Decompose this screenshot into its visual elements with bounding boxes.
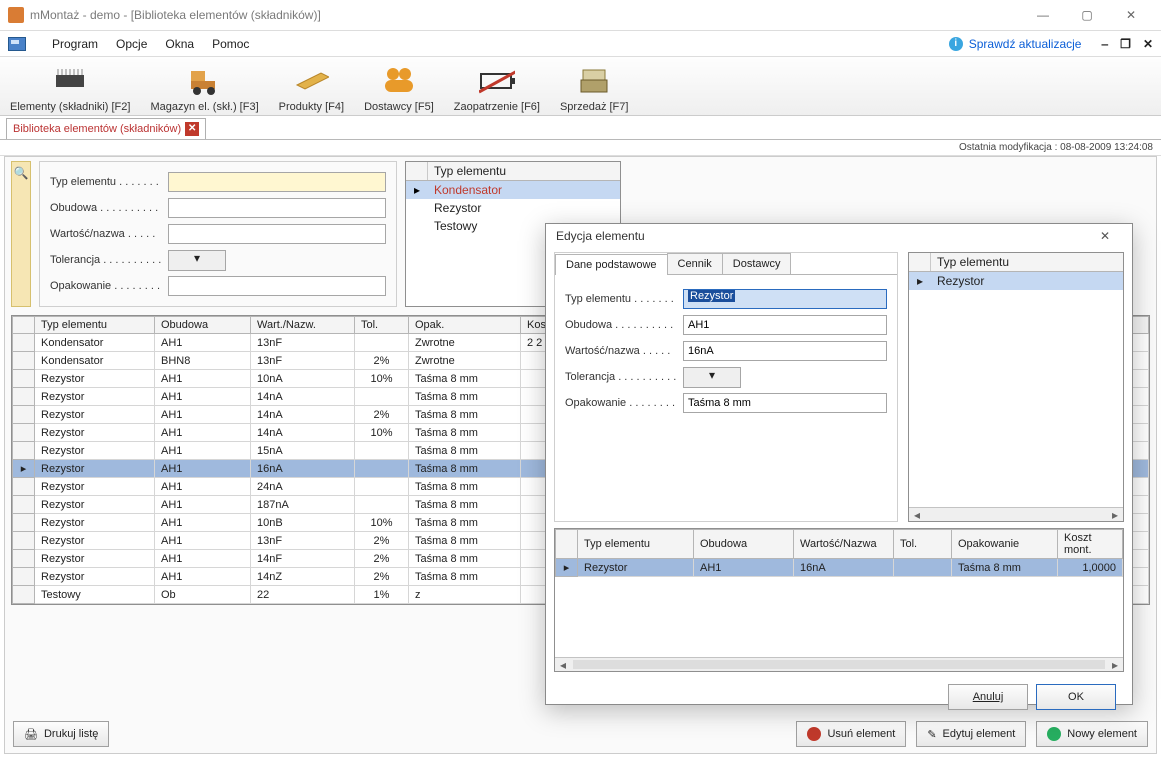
edit-dialog: Edycja elementu ✕ Dane podstawowe Cennik…	[545, 223, 1133, 705]
menubar: Program Opcje Okna Pomoc i Sprawdź aktua…	[0, 30, 1161, 56]
new-button[interactable]: Nowy element	[1036, 721, 1148, 747]
window-title: mMontaż - demo - [Biblioteka elementów (…	[30, 8, 321, 22]
filter-tol-label: Tolerancja . . . . . . . . . .	[50, 254, 168, 266]
forklift-icon	[187, 63, 223, 99]
filter-value-input[interactable]	[168, 224, 386, 244]
filter-panel: Typ elementu . . . . . . . Obudowa . . .…	[39, 161, 397, 307]
delete-icon	[807, 727, 821, 741]
form-value-input[interactable]	[683, 341, 887, 361]
toolbtn-sales[interactable]: Sprzedaż [F7]	[550, 61, 638, 113]
doctab-close-icon[interactable]: ✕	[185, 122, 199, 136]
form-type-input[interactable]: Rezystor	[683, 289, 887, 309]
filter-type-input[interactable]	[168, 172, 386, 192]
chip-icon	[52, 63, 88, 99]
subgrid-header[interactable]: Koszt mont.	[1058, 530, 1123, 559]
pencil-icon: ✎	[927, 728, 936, 741]
form-case-input[interactable]	[683, 315, 887, 335]
dialog-subgrid[interactable]: Typ elementuObudowaWartość/NazwaTol.Opak…	[554, 528, 1124, 672]
filter-case-label: Obudowa . . . . . . . . . .	[50, 202, 168, 214]
table-header[interactable]: Wart./Nazw.	[251, 317, 355, 334]
form-tol-label: Tolerancja . . . . . . . . . .	[565, 371, 683, 383]
mdi-minimize-button[interactable]: ‒	[1101, 37, 1108, 51]
tab-basic[interactable]: Dane podstawowe	[555, 254, 668, 275]
dialog-subgrid-hscroll[interactable]: ◂▸	[555, 657, 1123, 671]
subgrid-header[interactable]: Obudowa	[694, 530, 794, 559]
type-list-header: Typ elementu	[428, 162, 620, 180]
table-header[interactable]: Tol.	[355, 317, 409, 334]
update-link[interactable]: Sprawdź aktualizacje	[969, 37, 1082, 51]
form-type-label: Typ elementu . . . . . . .	[565, 293, 683, 305]
menu-pomoc[interactable]: Pomoc	[212, 37, 249, 51]
subgrid-header[interactable]: Opakowanie	[952, 530, 1058, 559]
edit-button[interactable]: ✎ Edytuj element	[916, 721, 1026, 747]
filter-pack-input[interactable]	[168, 276, 386, 296]
dialog-type-list[interactable]: Typ elementu ▸Rezystor ◂▸	[908, 252, 1124, 522]
toolbtn-supply[interactable]: Zaopatrzenie [F6]	[444, 61, 550, 113]
last-modified: Ostatnia modyfikacja : 08-08-2009 13:24:…	[959, 142, 1153, 153]
cashreg-icon	[576, 63, 612, 99]
close-button[interactable]: ✕	[1109, 0, 1153, 30]
plus-icon	[1047, 727, 1061, 741]
print-button[interactable]: 🖨 Drukuj listę	[13, 721, 109, 747]
filter-type-label: Typ elementu . . . . . . .	[50, 176, 168, 188]
toolbtn-suppliers[interactable]: Dostawcy [F5]	[354, 61, 444, 113]
dialog-ok-button[interactable]: OK	[1036, 684, 1116, 710]
form-pack-input[interactable]	[683, 393, 887, 413]
form-pack-label: Opakowanie . . . . . . . .	[565, 397, 683, 409]
filter-pack-label: Opakowanie . . . . . . . .	[50, 280, 168, 292]
document-tabs: Biblioteka elementów (składników) ✕	[0, 116, 1161, 140]
menu-program[interactable]: Program	[52, 37, 98, 51]
dialog-tabs: Dane podstawowe Cennik Dostawcy	[555, 253, 897, 275]
app-icon	[8, 7, 24, 23]
toolbtn-products[interactable]: Produkty [F4]	[269, 61, 354, 113]
mdi-close-button[interactable]: ✕	[1143, 37, 1153, 51]
printer-icon: 🖨	[24, 728, 38, 741]
toolbtn-elements[interactable]: Elementy (składniki) [F2]	[0, 61, 140, 113]
delete-button[interactable]: Usuń element	[796, 721, 906, 747]
dialog-cancel-button[interactable]: Anuluj	[948, 684, 1028, 710]
dialog-title: Edycja elementu	[556, 229, 645, 243]
table-header[interactable]: Opak.	[409, 317, 521, 334]
dialog-form-panel: Dane podstawowe Cennik Dostawcy Typ elem…	[554, 252, 898, 522]
type-list-row[interactable]: ▸Kondensator	[406, 181, 620, 199]
doctab-library[interactable]: Biblioteka elementów (składników) ✕	[6, 118, 206, 139]
maximize-button[interactable]: ▢	[1065, 0, 1109, 30]
dialog-typelist-header: Typ elementu	[931, 253, 1123, 271]
doctab-label: Biblioteka elementów (składników)	[13, 123, 181, 135]
form-tol-select[interactable]: ▾	[683, 367, 741, 388]
titlebar: mMontaż - demo - [Biblioteka elementów (…	[0, 0, 1161, 30]
form-case-label: Obudowa . . . . . . . . . .	[565, 319, 683, 331]
filter-value-label: Wartość/nazwa . . . . .	[50, 228, 168, 240]
subgrid-header[interactable]: Typ elementu	[578, 530, 694, 559]
menu-okna[interactable]: Okna	[165, 37, 194, 51]
mdi-icon	[8, 37, 26, 51]
status-bar: Ostatnia modyfikacja : 08-08-2009 13:24:…	[0, 140, 1161, 156]
filter-case-input[interactable]	[168, 198, 386, 218]
menu-opcje[interactable]: Opcje	[116, 37, 147, 51]
table-header[interactable]: Obudowa	[155, 317, 251, 334]
subgrid-row[interactable]: ▸RezystorAH116nATaśma 8 mm1,0000	[556, 559, 1123, 577]
workarea: 🔍 Typ elementu . . . . . . . Obudowa . .…	[4, 156, 1157, 754]
subgrid-header[interactable]: Wartość/Nazwa	[794, 530, 894, 559]
form-value-label: Wartość/nazwa . . . . .	[565, 345, 683, 357]
filter-tol-select[interactable]: ▾	[168, 250, 226, 271]
mdi-restore-button[interactable]: ❐	[1120, 37, 1131, 51]
dialog-typelist-hscroll[interactable]: ◂▸	[909, 507, 1123, 521]
dialog-typelist-row: Rezystor	[931, 274, 1123, 288]
toolstrip: Elementy (składniki) [F2] Magazyn el. (s…	[0, 56, 1161, 116]
toolbtn-warehouse[interactable]: Magazyn el. (skł.) [F3]	[140, 61, 268, 113]
minimize-button[interactable]: —	[1021, 0, 1065, 30]
type-list-row[interactable]: Rezystor	[406, 199, 620, 217]
battery-icon	[479, 63, 515, 99]
update-icon: i	[949, 37, 963, 51]
dialog-close-button[interactable]: ✕	[1088, 224, 1122, 248]
people-icon	[381, 63, 417, 99]
card-icon	[293, 63, 329, 99]
subgrid-header[interactable]: Tol.	[894, 530, 952, 559]
tab-pricing[interactable]: Cennik	[667, 253, 723, 274]
search-strip[interactable]: 🔍	[11, 161, 31, 307]
table-header[interactable]: Typ elementu	[35, 317, 155, 334]
search-icon: 🔍	[14, 166, 29, 180]
tab-suppliers[interactable]: Dostawcy	[722, 253, 792, 274]
